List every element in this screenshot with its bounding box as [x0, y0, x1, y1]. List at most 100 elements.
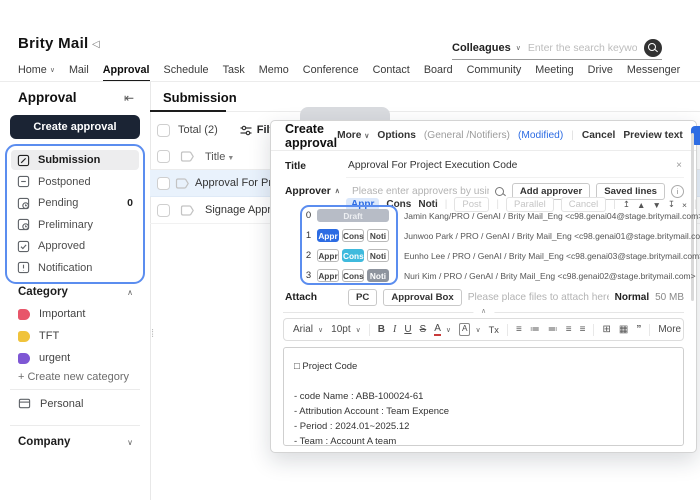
indent-button[interactable]: ≡ [580, 324, 586, 335]
sidebar-item-approved[interactable]: Approved [11, 236, 139, 256]
noti-toggle[interactable]: Noti [367, 249, 389, 262]
attach-field-row: Attach PC Approval Box Please place file… [285, 287, 684, 307]
sidebar-item-company[interactable]: Company [18, 436, 70, 448]
approver-line-toolbar: Appr Cons Noti | Post | Parallel Cancel … [346, 197, 700, 212]
collapse-editor-icon[interactable]: ∧ [473, 307, 494, 315]
nav-messenger[interactable]: Messenger [627, 64, 680, 81]
title-input[interactable] [346, 159, 674, 172]
chevron-up-icon[interactable]: ∧ [335, 187, 340, 195]
approver-seq: 0 [302, 210, 315, 221]
appr-toggle[interactable]: Appr [317, 269, 339, 282]
post-button[interactable]: Post [454, 197, 489, 212]
folder-group: Submission Postponed Pending 0 Prelimina… [5, 144, 145, 284]
chevron-down-icon[interactable]: ∨ [127, 438, 133, 447]
outdent-button[interactable]: ≡ [566, 324, 572, 335]
sidebar-item-notification[interactable]: Notification [11, 258, 139, 278]
nav-contact[interactable]: Contact [373, 64, 410, 81]
nav-meeting[interactable]: Meeting [535, 64, 573, 81]
attach-dropzone[interactable]: Please place files to attach here. [468, 292, 609, 303]
move-up-icon[interactable]: ▲ [637, 200, 645, 210]
sidebar-item-pending[interactable]: Pending 0 [11, 193, 139, 213]
cons-toggle[interactable]: Cons [342, 229, 364, 242]
category-urgent[interactable]: urgent [18, 351, 70, 365]
noti-toggle[interactable]: Noti [367, 229, 389, 242]
row-checkbox[interactable] [157, 204, 170, 217]
category-important[interactable]: Important [18, 307, 85, 321]
approver-label: Approver [285, 186, 331, 197]
numbered-list-button[interactable]: ≕ [548, 324, 558, 335]
quote-button[interactable]: ” [636, 324, 641, 335]
nav-community[interactable]: Community [467, 64, 522, 81]
create-approval-button[interactable]: Create approval [10, 115, 140, 139]
appr-toggle[interactable]: Appr [317, 249, 339, 262]
nav-memo[interactable]: Memo [259, 64, 289, 81]
sidebar-item-preliminary[interactable]: Preliminary [11, 215, 139, 235]
editor-more-button[interactable]: More∨ [658, 324, 684, 335]
bullet-list-button[interactable]: ≔ [530, 324, 540, 335]
nav-board[interactable]: Board [424, 64, 453, 81]
nav-conference[interactable]: Conference [303, 64, 359, 81]
cons-toggle[interactable]: Cons [342, 269, 364, 282]
postponed-doc-icon [17, 175, 30, 188]
nav-drive[interactable]: Drive [588, 64, 613, 81]
approver-input[interactable]: Please enter approvers by using the Inst… [352, 186, 489, 197]
preview-text-button[interactable]: Preview text [623, 130, 682, 141]
move-bottom-icon[interactable]: ↧ [668, 199, 675, 210]
clear-format-button[interactable]: Tx [489, 325, 499, 335]
nav-home[interactable]: Home∨ [18, 64, 55, 81]
clear-title-icon[interactable]: × [674, 160, 684, 171]
attach-pc-button[interactable]: PC [348, 289, 377, 306]
column-title[interactable]: Title▼ [205, 151, 234, 163]
table-button[interactable]: ⊞ [602, 324, 610, 335]
options-button[interactable]: Options [377, 130, 415, 141]
nav-task[interactable]: Task [223, 64, 245, 81]
align-button[interactable]: ≡ [516, 324, 522, 335]
category-tft[interactable]: TFT [18, 329, 59, 343]
font-family-select[interactable]: Arial∨ [293, 324, 323, 335]
more-menu[interactable]: More ∨ [337, 130, 369, 141]
nav-approval[interactable]: Approval [103, 64, 150, 82]
create-category-link[interactable]: + Create new category [18, 371, 129, 383]
noti-toggle[interactable]: Noti [367, 269, 389, 282]
cancel-button[interactable]: Cancel [582, 130, 615, 141]
parallel-button[interactable]: Parallel [506, 197, 554, 212]
font-size-select[interactable]: 10pt∨ [331, 324, 361, 335]
row-checkbox[interactable] [157, 150, 170, 163]
bold-button[interactable]: B [378, 324, 385, 335]
search-scope-select[interactable]: Colleagues [452, 42, 511, 54]
highlight-color-button[interactable]: A∨ [459, 323, 481, 336]
row-checkbox[interactable] [157, 177, 170, 190]
search-icon[interactable] [495, 187, 504, 196]
strikethrough-button[interactable]: S [420, 324, 427, 335]
move-top-icon[interactable]: ↥ [623, 199, 630, 210]
nav-mail[interactable]: Mail [69, 64, 89, 81]
search-input[interactable] [526, 41, 639, 55]
font-family-value: Arial [293, 324, 313, 335]
app-logo[interactable]: Brity Mail [18, 35, 89, 52]
sidebar-item-postponed[interactable]: Postponed [11, 172, 139, 192]
chevron-up-icon[interactable]: ∧ [127, 288, 133, 297]
sidebar-item-submission[interactable]: Submission [11, 150, 139, 170]
announcement-icon[interactable]: ◁ [92, 39, 100, 50]
search-button[interactable] [644, 39, 662, 57]
image-button[interactable]: ▦ [619, 324, 628, 335]
sidebar-item-personal[interactable]: Personal [18, 397, 83, 410]
appr-toggle[interactable]: Appr [317, 229, 339, 242]
cons-toggle[interactable]: Cons [342, 249, 364, 262]
collapse-sidebar-icon[interactable]: ⇤ [124, 91, 134, 105]
chevron-down-icon[interactable]: ∨ [516, 44, 521, 52]
underline-button[interactable]: U [404, 324, 411, 335]
approver-name: Nuri Kim / PRO / GenAI / Brity Mail_Eng … [404, 271, 696, 281]
editor-body[interactable]: □ Project Code - code Name : ABB-100024-… [283, 347, 684, 446]
modified-label[interactable]: (Modified) [518, 130, 563, 141]
select-all-checkbox[interactable] [157, 124, 170, 137]
remove-icon[interactable]: × [682, 200, 687, 210]
attach-approval-box-button[interactable]: Approval Box [383, 289, 461, 306]
nav-schedule[interactable]: Schedule [164, 64, 209, 81]
cancel-line-button[interactable]: Cancel [561, 197, 607, 212]
move-down-icon[interactable]: ▼ [652, 200, 660, 210]
info-icon[interactable]: i [671, 185, 684, 198]
italic-button[interactable]: I [393, 324, 396, 335]
type-noti-button[interactable]: Noti [418, 199, 437, 210]
font-color-button[interactable]: A∨ [434, 323, 451, 336]
